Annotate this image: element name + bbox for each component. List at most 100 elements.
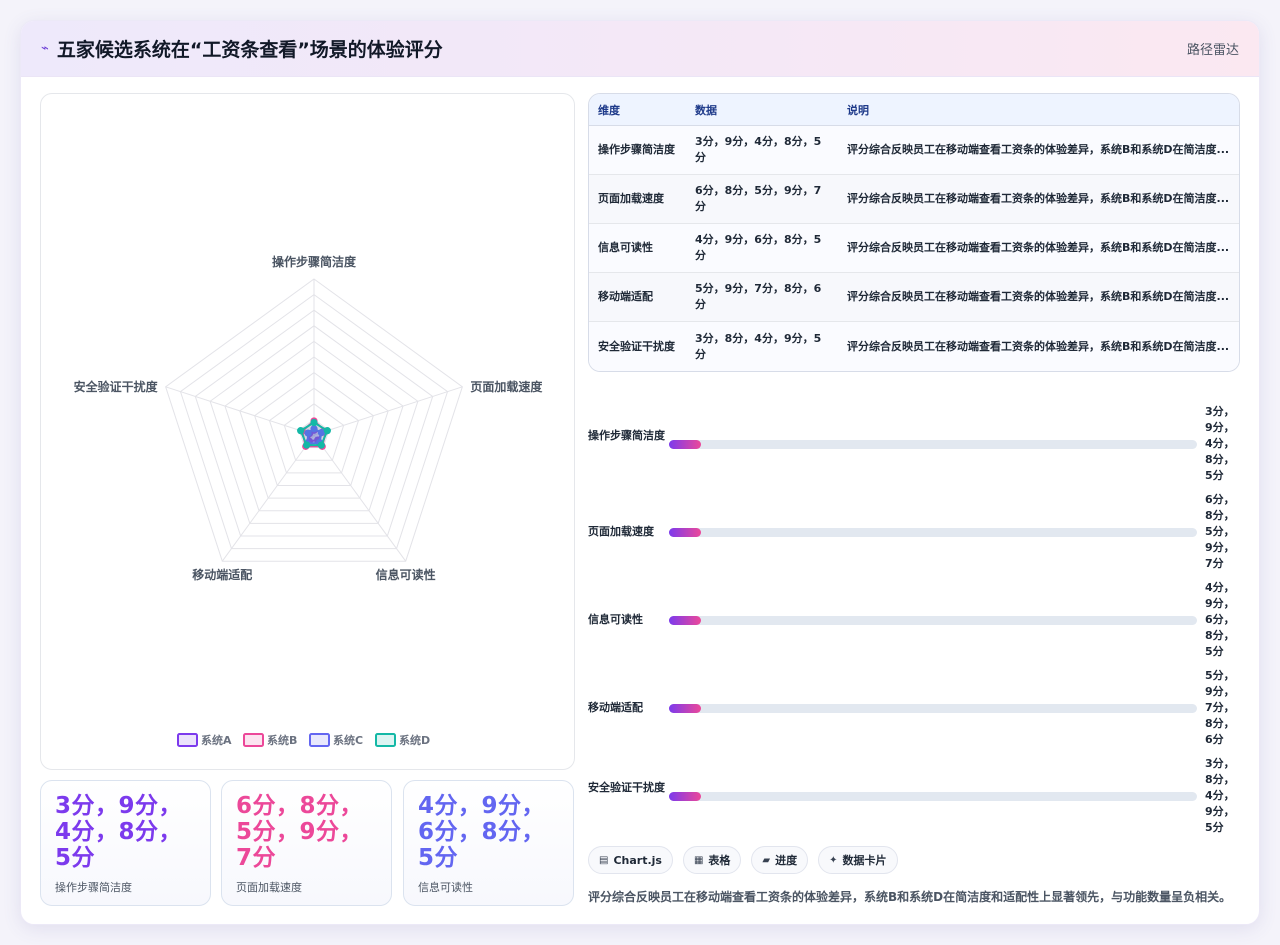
progress-track <box>669 792 1197 801</box>
progress-value-line: 5分， <box>1205 669 1235 682</box>
progress-row: 安全验证干扰度 3分， 8分， 4分， 9分， 5分 <box>588 753 1240 841</box>
progress-value-line: 5分 <box>1205 469 1224 482</box>
progress-value-line: 6分， <box>1205 493 1235 506</box>
title-wrap: ⌁ 五家候选系统在“工资条查看”场景的体验评分 <box>41 35 443 62</box>
kpi-card-2: 6分，8分， 5分，9分， 7分 页面加载速度 <box>221 780 392 906</box>
progress-list: 操作步骤简洁度 3分， 9分， 4分， 8分， 5分 页面加载速度 6分， 8分， 5分， 9分， 7… <box>588 401 1240 841</box>
kpi-value-line: 5分，9分， <box>236 819 364 845</box>
chart-icon: ▤ <box>599 854 609 866</box>
radar-axis-label: 操作步骤简洁度 <box>272 254 357 269</box>
progress-fill <box>669 704 701 713</box>
progress-value-line: 8分， <box>1205 717 1235 730</box>
pulse-icon: ⌁ <box>41 41 49 56</box>
progress-icon: ▰ <box>762 854 771 866</box>
radar-axis-label: 移动端适配 <box>192 567 252 582</box>
progress-value-line: 8分， <box>1205 453 1235 466</box>
table-cell-desc: 评分综合反映员工在移动端查看工资条的体验差异，系统B和系统D在简洁度... <box>838 273 1239 322</box>
radar-axis-label: 信息可读性 <box>376 567 436 582</box>
progress-fill <box>669 440 701 449</box>
table-cell-desc: 评分综合反映员工在移动端查看工资条的体验差异，系统B和系统D在简洁度... <box>838 175 1239 224</box>
table-cell-desc: 评分综合反映员工在移动端查看工资条的体验差异，系统B和系统D在简洁度... <box>838 126 1239 175</box>
progress-label: 页面加载速度 <box>588 525 654 538</box>
legend-swatch <box>375 733 396 747</box>
header: ⌁ 五家候选系统在“工资条查看”场景的体验评分 路径雷达 <box>21 21 1259 77</box>
legend-swatch <box>177 733 198 747</box>
chip-chartjs[interactable]: ▤ Chart.js <box>588 846 673 874</box>
table-cell-dim: 页面加载速度 <box>589 175 686 224</box>
chip-label: 进度 <box>775 854 798 867</box>
kpi-label: 操作步骤简洁度 <box>55 881 132 894</box>
header-tag: 路径雷达 <box>1186 43 1239 58</box>
table-header-row: 维度 数据 说明 <box>589 94 1239 126</box>
kpi-label: 信息可读性 <box>418 881 473 894</box>
radar-chart: 操作步骤简洁度页面加载速度信息可读性 移动端适配 安全验证干扰度系统A 系统B 系统C 系… <box>74 254 543 747</box>
radar-point <box>297 427 305 435</box>
table-row: 移动端适配 5分，9分，7分，8分，6分 评分综合反映员工在移动端查看工资条的体… <box>589 273 1239 322</box>
progress-value-line: 7分 <box>1205 557 1224 570</box>
progress-track <box>669 528 1197 537</box>
progress-value-line: 4分， <box>1205 437 1235 450</box>
kpi-value: 6分，8分， 5分，9分， 7分 <box>236 793 377 871</box>
legend-swatch <box>243 733 264 747</box>
progress-value: 4分， 9分， 6分， 8分， 5分 <box>1205 580 1239 660</box>
radar-point <box>310 418 318 427</box>
chip-label: 数据卡片 <box>842 854 887 867</box>
progress-label: 移动端适配 <box>588 701 643 714</box>
progress-value-line: 8分， <box>1205 773 1235 786</box>
progress-value: 3分， 8分， 4分， 9分， 5分 <box>1205 756 1239 836</box>
legend-label: 系统A <box>201 733 232 747</box>
progress-value-line: 7分， <box>1205 701 1235 714</box>
radar-axis-label: 安全验证干扰度 <box>74 379 159 394</box>
radar-point <box>303 441 311 449</box>
kpi-value: 3分，9分， 4分，8分， 5分 <box>55 793 196 871</box>
chip-progress[interactable]: ▰ 进度 <box>751 846 809 874</box>
kpi-value-line: 5分 <box>418 845 459 871</box>
desc-text: 评分综合反映员工在移动端查看工资条的体验差异，系统B和系统D在简洁度... <box>847 192 1230 205</box>
progress-track <box>669 440 1197 449</box>
kpi-value-line: 3分，9分， <box>55 793 183 819</box>
table-cell-dim: 操作步骤简洁度 <box>589 126 686 175</box>
radar-spoke <box>165 386 315 436</box>
progress-fill <box>669 616 701 625</box>
progress-value-line: 6分， <box>1205 613 1235 626</box>
progress-row: 操作步骤简洁度 3分， 9分， 4分， 8分， 5分 <box>588 401 1240 489</box>
progress-fill <box>669 792 701 801</box>
progress-value-line: 3分， <box>1205 757 1235 770</box>
kpi-value-line: 6分，8分， <box>418 819 546 845</box>
table-header: 数据 <box>686 94 838 126</box>
kpi-card-1: 3分，9分， 4分，8分， 5分 操作步骤简洁度 <box>40 780 211 906</box>
progress-value-line: 8分， <box>1205 629 1235 642</box>
kpi-value-line: 7分 <box>236 845 277 871</box>
progress-track <box>669 704 1197 713</box>
chip-data-card[interactable]: ✦ 数据卡片 <box>818 846 898 874</box>
table-cell-value: 4分，9分，6分，8分，5分 <box>686 224 838 273</box>
legend-label: 系统C <box>333 733 363 747</box>
progress-value-line: 4分， <box>1205 789 1235 802</box>
data-table: 维度 数据 说明 操作步骤简洁度 3分，9分，4分，8分，5分 评分综合反映员工… <box>588 93 1240 372</box>
table-row: 页面加载速度 6分，8分，5分，9分，7分 评分综合反映员工在移动端查看工资条的… <box>589 175 1239 224</box>
legend-label: 系统B <box>267 733 297 747</box>
table-icon: ▦ <box>693 854 704 866</box>
table-cell-value: 3分，9分，4分，8分，5分 <box>686 126 838 175</box>
chip-table[interactable]: ▦ 表格 <box>682 846 742 874</box>
progress-value-line: 5分 <box>1205 645 1224 658</box>
radar-spoke <box>313 386 463 436</box>
desc-text: 评分综合反映员工在移动端查看工资条的体验差异，系统B和系统D在简洁度... <box>847 241 1230 254</box>
progress-value-line: 9分， <box>1205 541 1235 554</box>
right-column: 维度 数据 说明 操作步骤简洁度 3分，9分，4分，8分，5分 评分综合反映员工… <box>588 93 1240 904</box>
chip-label: Chart.js <box>613 853 662 867</box>
tech-chips: ▤ Chart.js ▦ 表格 ▰ 进度 ✦ 数据卡片 <box>588 846 898 874</box>
table-row: 操作步骤简洁度 3分，9分，4分，8分，5分 评分综合反映员工在移动端查看工资条… <box>589 126 1239 175</box>
progress-value-line: 3分， <box>1205 405 1235 418</box>
legend-label: 系统D <box>399 733 430 747</box>
desc-text: 评分综合反映员工在移动端查看工资条的体验差异，系统B和系统D在简洁度... <box>847 143 1230 156</box>
kpi-value-line: 6分，8分， <box>236 793 364 819</box>
kpi-label: 页面加载速度 <box>236 881 302 894</box>
kpi-value-line: 4分，8分， <box>55 819 183 845</box>
table-cell-desc: 评分综合反映员工在移动端查看工资条的体验差异，系统B和系统D在简洁度... <box>838 224 1239 273</box>
progress-label: 安全验证干扰度 <box>588 781 665 794</box>
progress-value-line: 5分， <box>1205 525 1235 538</box>
legend-swatch <box>309 733 330 747</box>
radar-axis-label: 页面加载速度 <box>470 379 543 394</box>
kpi-card-3: 4分，9分， 6分，8分， 5分 信息可读性 <box>403 780 574 906</box>
